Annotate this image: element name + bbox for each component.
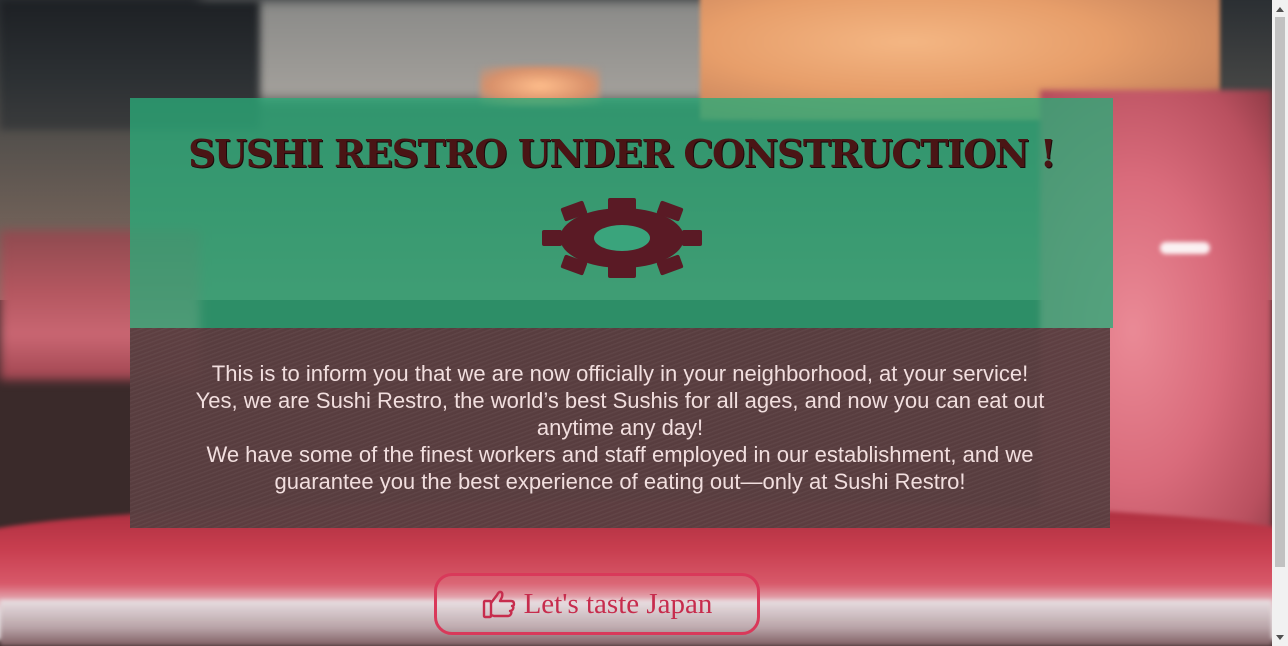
gear-icon: [540, 196, 704, 280]
taste-japan-button-label: Let's taste Japan: [523, 587, 713, 620]
info-text: This is to inform you that we are now of…: [130, 360, 1110, 495]
scroll-up-arrow-icon[interactable]: [1272, 0, 1288, 17]
info-paragraph-2: Yes, we are Sushi Restro, the world’s be…: [195, 388, 1045, 440]
taste-japan-button[interactable]: Let's taste Japan: [434, 573, 760, 635]
scroll-down-arrow-icon[interactable]: [1272, 629, 1288, 646]
scrollbar-thumb[interactable]: [1275, 17, 1285, 567]
info-paragraph-1: This is to inform you that we are now of…: [211, 361, 1029, 386]
page: SUSHI RESTRO UNDER CONSTRUCTION ! This i…: [0, 0, 1288, 646]
info-panel: This is to inform you that we are now of…: [130, 328, 1110, 528]
vertical-scrollbar[interactable]: [1272, 0, 1288, 646]
info-paragraph-3: We have some of the finest workers and s…: [206, 442, 1034, 494]
hero-title-container: SUSHI RESTRO UNDER CONSTRUCTION !: [130, 130, 1113, 178]
page-title: SUSHI RESTRO UNDER CONSTRUCTION !: [188, 131, 1056, 176]
thumbs-up-icon: [482, 589, 516, 619]
